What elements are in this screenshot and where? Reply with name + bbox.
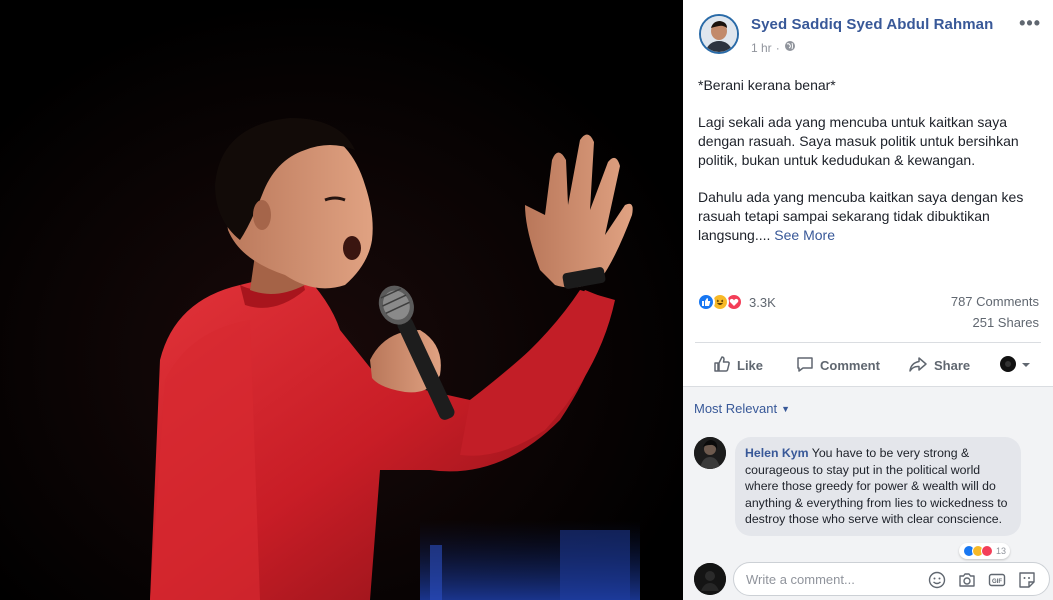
author-name[interactable]: Syed Saddiq Syed Abdul Rahman	[751, 16, 993, 33]
camera-icon[interactable]	[957, 570, 977, 590]
comment-input-tools: GIF	[927, 570, 1037, 590]
post-time[interactable]: 1 hr	[751, 41, 772, 55]
post-detail-panel: Syed Saddiq Syed Abdul Rahman 1 hr · •••…	[683, 0, 1053, 600]
reaction-count: 3.3K	[749, 294, 776, 310]
like-label: Like	[737, 357, 764, 373]
comment-reactions[interactable]: 13	[959, 543, 1011, 559]
post-as-selector[interactable]	[999, 354, 1031, 376]
like-reaction-icon	[697, 293, 715, 311]
chevron-down-icon	[1021, 358, 1031, 373]
share-icon	[908, 355, 928, 376]
commenter-avatar[interactable]	[694, 437, 726, 469]
chevron-down-icon: ▼	[781, 403, 791, 414]
more-options-icon[interactable]: •••	[1019, 14, 1041, 32]
comments-count[interactable]: 787 Comments	[951, 294, 1039, 309]
post-paragraph: Lagi sekali ada yang mencuba untuk kaitk…	[698, 114, 1019, 168]
thumbs-up-icon	[713, 355, 731, 376]
comment-reaction-count: 13	[996, 546, 1007, 556]
comment-bubble: Helen Kym You have to be very strong & c…	[735, 437, 1021, 536]
share-label: Share	[934, 357, 971, 373]
comment-icon	[796, 355, 814, 376]
see-more-link[interactable]: See More	[774, 227, 835, 243]
sort-label: Most Relevant	[694, 401, 778, 416]
globe-icon[interactable]	[784, 40, 796, 55]
comment-label: Comment	[820, 357, 880, 373]
emoji-icon[interactable]	[927, 570, 947, 590]
page-avatar-icon	[999, 355, 1017, 376]
speaker-photo-illustration	[0, 0, 683, 600]
commenter-name[interactable]: Helen Kym	[745, 446, 809, 460]
comment-input-placeholder: Write a comment...	[746, 572, 855, 587]
gif-icon[interactable]: GIF	[987, 570, 1007, 590]
post-text: *Berani kerana benar* Lagi sekali ada ya…	[698, 76, 1043, 263]
love-reaction-icon	[981, 545, 993, 557]
author-avatar-image	[701, 16, 737, 52]
comment-button[interactable]: Comment	[796, 354, 880, 376]
post-paragraph-text: Dahulu ada yang mencuba kaitkan saya den…	[698, 189, 1024, 243]
like-button[interactable]: Like	[713, 354, 763, 376]
meta-separator: ·	[775, 40, 780, 55]
divider	[695, 342, 1041, 343]
shares-count[interactable]: 251 Shares	[973, 315, 1040, 330]
comments-section: Most Relevant ▼ Helen Kym You have to be…	[683, 386, 1053, 600]
post-paragraph-last: Dahulu ada yang mencuba kaitkan saya den…	[698, 188, 1043, 244]
post-header: Syed Saddiq Syed Abdul Rahman 1 hr · •••	[697, 14, 1041, 58]
current-user-avatar	[694, 563, 726, 595]
post-actions-bar: Like Comment Share	[683, 344, 1053, 386]
comment-sort-dropdown[interactable]: Most Relevant ▼	[694, 401, 790, 416]
post-paragraph: *Berani kerana benar*	[698, 77, 836, 93]
sticker-icon[interactable]	[1017, 570, 1037, 590]
share-button[interactable]: Share	[908, 354, 970, 376]
write-comment-row: Write a comment... GIF	[694, 561, 1050, 597]
comment-input[interactable]: Write a comment... GIF	[733, 562, 1050, 596]
post-meta: 1 hr ·	[751, 40, 796, 55]
post-photo[interactable]	[0, 0, 683, 600]
author-avatar[interactable]	[699, 14, 739, 54]
svg-text:GIF: GIF	[992, 579, 1002, 585]
reactions-summary[interactable]: 3.3K	[697, 292, 776, 312]
